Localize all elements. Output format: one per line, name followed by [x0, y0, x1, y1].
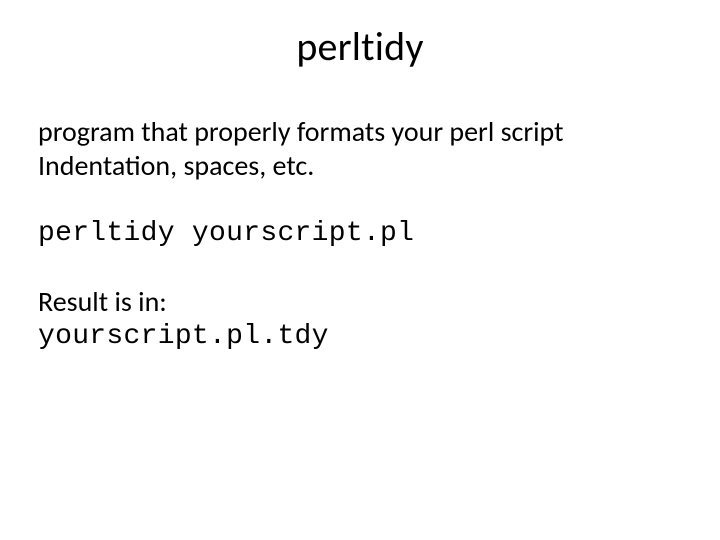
body-line-1: program that properly formats your perl …: [38, 115, 682, 149]
slide-title: perltidy: [0, 22, 720, 71]
body-line-2: Indentation, spaces, etc.: [38, 149, 682, 183]
paragraph-spacer: [38, 251, 682, 285]
result-label: Result is in:: [38, 285, 682, 319]
result-file: yourscript.pl.tdy: [38, 320, 682, 354]
slide-body: program that properly formats your perl …: [38, 115, 682, 354]
command-line: perltidy yourscript.pl: [38, 217, 682, 251]
paragraph-spacer: [38, 183, 682, 217]
slide: perltidy program that properly formats y…: [0, 0, 720, 540]
